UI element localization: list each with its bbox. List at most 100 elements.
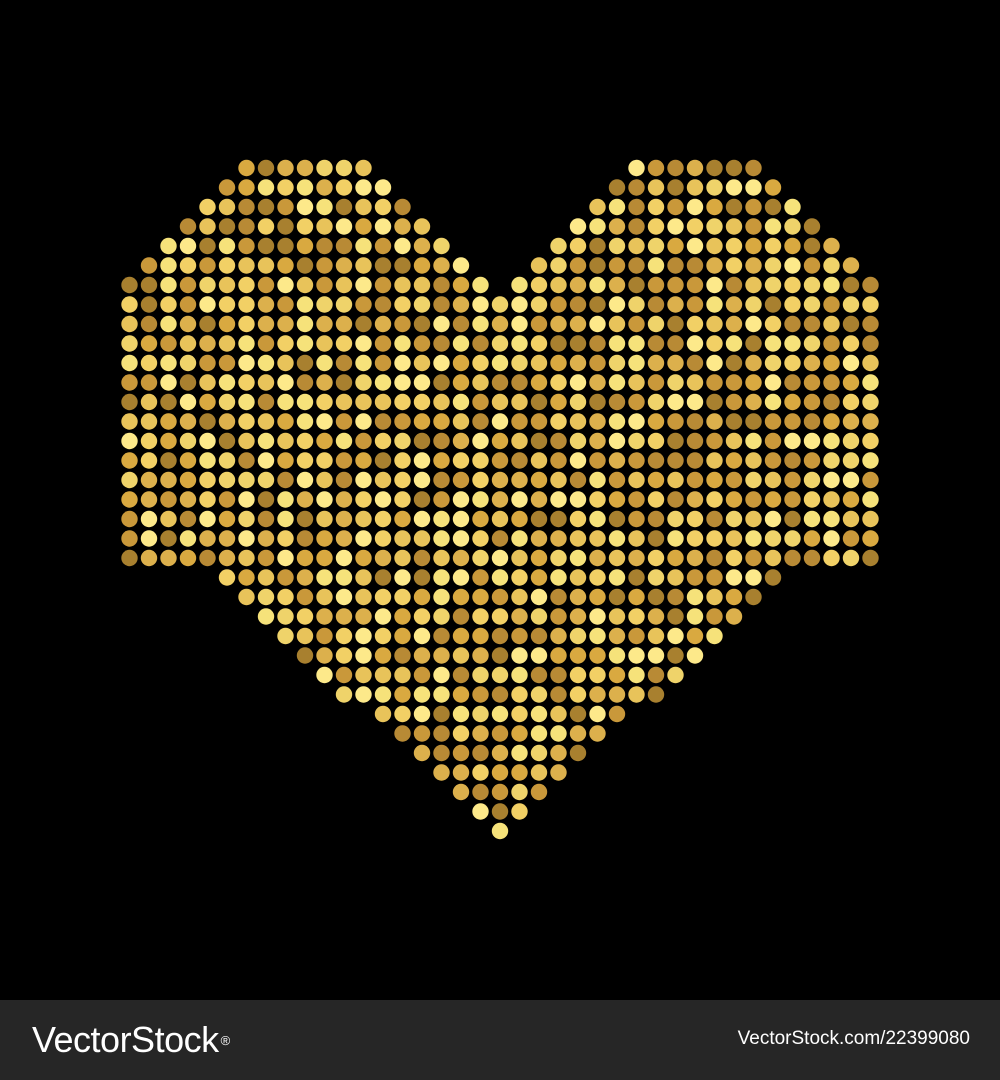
gold-dot — [491, 569, 509, 586]
gold-dot — [277, 530, 294, 547]
gold-dot — [686, 159, 704, 177]
gold-dot — [842, 549, 860, 567]
gold-dot — [335, 198, 353, 216]
gold-dot — [550, 608, 567, 625]
gold-dot — [550, 588, 567, 606]
gold-dot — [277, 627, 294, 645]
gold-dot — [160, 393, 177, 411]
gold-dot — [335, 218, 353, 235]
gold-dot — [647, 686, 665, 703]
gold-dot — [413, 335, 431, 352]
gold-dot — [452, 393, 470, 411]
gold-dot — [374, 686, 392, 703]
gold-dot — [608, 569, 626, 586]
gold-dot — [472, 296, 489, 313]
gold-dot — [530, 705, 548, 723]
gold-dot — [647, 413, 665, 430]
gold-dot — [589, 666, 606, 684]
gold-dot — [335, 627, 353, 645]
gold-dot — [803, 257, 821, 274]
gold-dot — [686, 647, 704, 664]
gold-dot — [589, 296, 606, 313]
gold-dot — [238, 588, 255, 606]
gold-dot — [511, 588, 528, 606]
gold-dot — [121, 491, 138, 508]
gold-dot — [530, 491, 548, 508]
gold-dot — [647, 237, 665, 255]
gold-dot — [569, 393, 587, 411]
gold-dot — [491, 413, 509, 430]
gold-dot — [784, 237, 801, 255]
gold-dot — [160, 335, 177, 352]
gold-dot — [179, 257, 197, 274]
gold-dot — [394, 725, 411, 742]
gold-dot — [530, 374, 548, 391]
gold-dot — [394, 627, 411, 645]
gold-dot — [647, 549, 665, 567]
gold-dot — [277, 393, 294, 411]
gold-dot — [257, 510, 275, 528]
gold-dot — [628, 335, 645, 352]
gold-dot — [803, 491, 821, 508]
gold-dot — [745, 491, 762, 508]
gold-dot — [374, 705, 392, 723]
gold-dot — [472, 335, 489, 352]
gold-dot — [335, 510, 353, 528]
gold-dot — [511, 744, 528, 762]
gold-dot — [823, 315, 840, 333]
gold-dot — [511, 569, 528, 586]
gold-dot — [199, 530, 216, 547]
gold-dot — [511, 335, 528, 352]
gold-dot — [686, 179, 704, 196]
gold-dot — [667, 491, 684, 508]
gold-dot — [764, 471, 782, 489]
gold-dot — [706, 296, 723, 313]
gold-dot — [725, 530, 743, 547]
gold-dot — [257, 315, 275, 333]
gold-dot — [706, 510, 723, 528]
gold-dot — [452, 530, 470, 547]
gold-dot — [491, 510, 509, 528]
gold-dot — [784, 471, 801, 489]
artwork-canvas — [0, 0, 1000, 1000]
gold-dot — [257, 471, 275, 489]
gold-dot — [511, 354, 528, 372]
gold-dot — [511, 608, 528, 625]
gold-dot — [745, 588, 762, 606]
gold-dot — [394, 276, 411, 294]
gold-dot — [725, 588, 743, 606]
gold-dot — [257, 393, 275, 411]
gold-dot — [608, 296, 626, 313]
gold-dot — [862, 491, 879, 508]
gold-dot — [686, 491, 704, 508]
gold-dot — [374, 432, 392, 450]
gold-dot — [745, 569, 762, 586]
gold-dot — [862, 432, 879, 450]
gold-dot — [491, 393, 509, 411]
gold-dot — [257, 354, 275, 372]
gold-dot — [355, 452, 372, 469]
gold-dot — [569, 549, 587, 567]
gold-dot — [413, 744, 431, 762]
gold-dot — [862, 452, 879, 469]
gold-dot — [374, 296, 392, 313]
gold-dot — [686, 276, 704, 294]
gold-dot — [628, 471, 645, 489]
gold-dot — [745, 179, 762, 196]
gold-dot — [745, 393, 762, 411]
gold-dot — [238, 315, 255, 333]
gold-dot — [335, 335, 353, 352]
gold-dot — [628, 198, 645, 216]
gold-dot — [589, 608, 606, 625]
gold-dot — [491, 549, 509, 567]
gold-dot — [608, 413, 626, 430]
gold-dot — [452, 783, 470, 801]
gold-dot — [413, 354, 431, 372]
gold-dot — [842, 452, 860, 469]
gold-dot — [550, 510, 567, 528]
gold-dot — [569, 530, 587, 547]
gold-dot — [803, 432, 821, 450]
gold-dot — [784, 530, 801, 547]
gold-dot — [491, 608, 509, 625]
gold-dot — [569, 569, 587, 586]
